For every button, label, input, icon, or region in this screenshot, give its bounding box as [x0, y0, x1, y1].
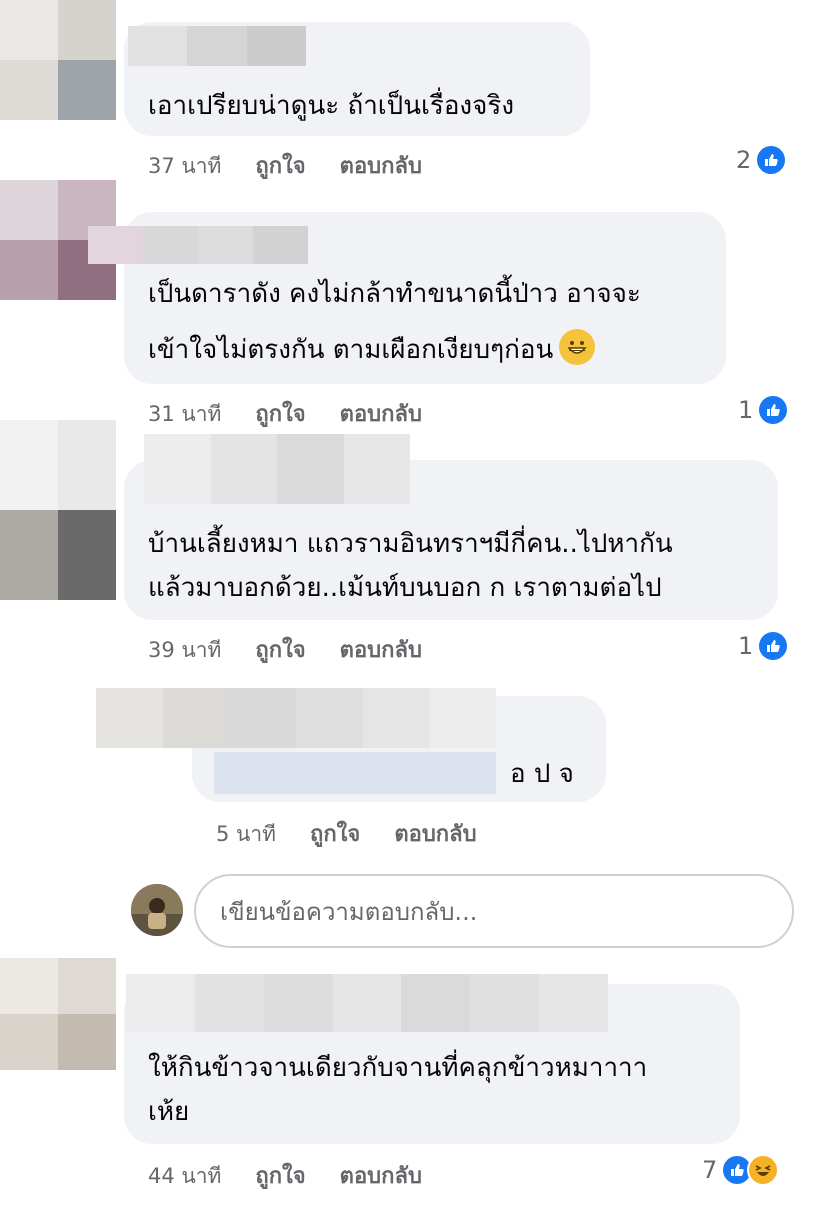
avatar[interactable] [0, 958, 116, 1070]
comment-time[interactable]: 31 นาที [148, 398, 221, 431]
comment-meta: 39 นาที ถูกใจ ตอบกลับ [148, 632, 422, 667]
comment-text: อ ป จ [510, 759, 574, 789]
reaction-count: 1 [738, 632, 754, 660]
comment-time[interactable]: 37 นาที [148, 150, 221, 183]
reaction-summary[interactable]: 1 [738, 630, 790, 662]
comment-text: เข้าใจไม่ตรงกัน ตามเผือกเงียบๆก่อน [148, 324, 596, 376]
reply-link[interactable]: ตอบกลับ [340, 1158, 422, 1193]
laughing-face-icon [747, 1154, 780, 1186]
reply-link[interactable]: ตอบกลับ [340, 148, 422, 183]
comment-time[interactable]: 39 นาที [148, 634, 221, 667]
avatar[interactable] [0, 420, 116, 600]
like-link[interactable]: ถูกใจ [310, 816, 360, 851]
reaction-summary[interactable]: 7 [702, 1154, 780, 1186]
thumbs-up-icon [757, 394, 790, 426]
comment-text: ให้กินข้าวจานเดียวกับจานที่คลุกข้าวหมาาา… [148, 1053, 648, 1083]
like-link[interactable]: ถูกใจ [255, 1158, 305, 1193]
reaction-count: 2 [736, 146, 752, 174]
comment-time[interactable]: 44 นาที [148, 1160, 221, 1193]
like-link[interactable]: ถูกใจ [255, 632, 305, 667]
reaction-summary[interactable]: 1 [738, 394, 790, 426]
comment-meta: 44 นาที ถูกใจ ตอบกลับ [148, 1158, 422, 1193]
comment-text: เป็นดาราดัง คงไม่กล้าทำขนาดนี้ป่าว อาจจะ [148, 279, 641, 309]
reaction-summary[interactable]: 2 [736, 144, 788, 176]
comment-meta: 31 นาที ถูกใจ ตอบกลับ [148, 396, 422, 431]
comment-text: แล้วมาบอกด้วย..เม้นท์บนบอก ก เราตามต่อไป [148, 573, 662, 603]
comment-text: เอาเปรียบน่าดูนะ ถ้าเป็นเรื่องจริง [148, 91, 515, 121]
comment-text-line: เข้าใจไม่ตรงกัน ตามเผือกเงียบๆก่อน [148, 335, 554, 365]
reply-placeholder: เขียนข้อความตอบกลับ... [220, 897, 478, 926]
reaction-count: 7 [702, 1156, 718, 1184]
like-link[interactable]: ถูกใจ [255, 396, 305, 431]
like-link[interactable]: ถูกใจ [255, 148, 305, 183]
reaction-count: 1 [738, 396, 754, 424]
avatar[interactable] [0, 0, 116, 120]
mention-tag[interactable] [214, 752, 496, 794]
reply-link[interactable]: ตอบกลับ [340, 632, 422, 667]
reply-link[interactable]: ตอบกลับ [340, 396, 422, 431]
grinning-face-emoji [559, 328, 596, 365]
commenter-name[interactable] [126, 974, 609, 1032]
comment-meta: 5 นาที ถูกใจ ตอบกลับ [216, 816, 477, 851]
comment-meta: 37 นาที ถูกใจ ตอบกลับ [148, 148, 422, 183]
thumbs-up-icon [757, 630, 790, 662]
commenter-name[interactable] [96, 688, 497, 748]
current-user-avatar [131, 884, 183, 936]
thumbs-up-icon [755, 144, 788, 176]
reply-input[interactable]: เขียนข้อความตอบกลับ... [194, 874, 794, 948]
commenter-name[interactable] [144, 434, 410, 504]
reply-link[interactable]: ตอบกลับ [394, 816, 476, 851]
comment-text: เห้ย [148, 1097, 190, 1127]
commenter-name[interactable] [88, 226, 308, 264]
comment-time[interactable]: 5 นาที [216, 818, 276, 851]
commenter-name[interactable] [128, 26, 306, 66]
